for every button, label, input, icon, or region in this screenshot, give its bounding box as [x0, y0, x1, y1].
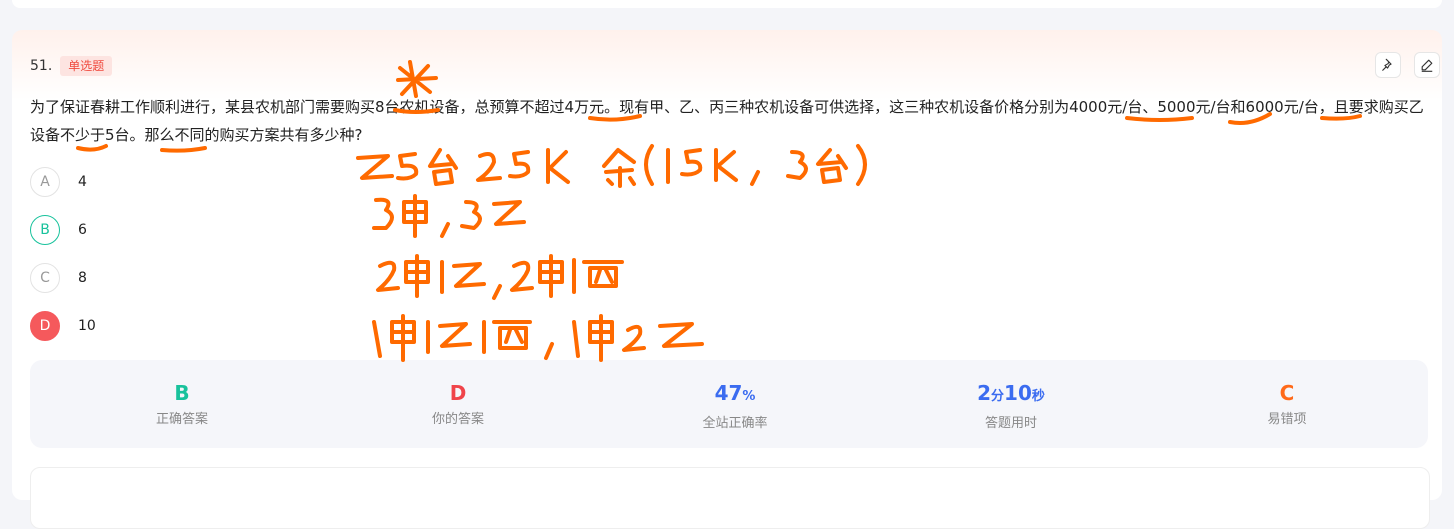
option-d[interactable]: D 10: [30, 311, 96, 341]
option-text: 6: [78, 222, 87, 238]
answer-stats-panel: B 正确答案 D 你的答案 47% 全站正确率 2分10秒 答题用时 C 易错项: [30, 360, 1428, 448]
time-seconds: 10: [1004, 381, 1032, 405]
correct-answer-value: B: [174, 381, 190, 405]
question-number: 51.: [30, 58, 53, 74]
question-header: 51. 单选题: [30, 55, 113, 77]
option-letter: B: [30, 215, 60, 245]
option-letter: C: [30, 263, 60, 293]
accuracy-label: 全站正确率: [702, 416, 768, 431]
question-card: 51. 单选题 为了保证春耕工作顺利进行，某县农机部门需要购买8台农机设备，总预…: [12, 30, 1442, 529]
stat-your-answer: D 你的答案: [358, 380, 558, 427]
option-letter: A: [30, 167, 60, 197]
option-c[interactable]: C 8: [30, 263, 87, 293]
your-answer-label: 你的答案: [431, 412, 484, 427]
accuracy-unit: %: [742, 389, 756, 404]
accuracy-value-line: 47%: [635, 380, 835, 410]
option-text: 8: [78, 270, 87, 286]
time-minutes: 2: [977, 381, 992, 405]
option-a[interactable]: A 4: [30, 167, 87, 197]
stat-accuracy: 47% 全站正确率: [635, 380, 835, 431]
question-stem: 为了保证春耕工作顺利进行，某县农机部门需要购买8台农机设备，总预算不超过4万元。…: [30, 98, 1424, 144]
accuracy-value: 47: [714, 381, 743, 405]
previous-card-bottom: [12, 0, 1442, 8]
option-letter: D: [30, 311, 60, 341]
time-value-line: 2分10秒: [911, 380, 1111, 410]
your-answer-value: D: [449, 381, 467, 405]
question-type-badge: 单选题: [60, 56, 113, 76]
pin-icon: [1382, 58, 1392, 71]
next-section-card: [30, 467, 1430, 529]
time-seconds-unit: 秒: [1031, 389, 1045, 404]
correct-answer-label: 正确答案: [155, 412, 208, 427]
option-b[interactable]: B 6: [30, 215, 87, 245]
stat-time: 2分10秒 答题用时: [911, 380, 1111, 431]
common-wrong-value: C: [1279, 381, 1295, 405]
pin-button[interactable]: [1375, 52, 1401, 78]
stat-common-wrong: C 易错项: [1187, 380, 1387, 427]
time-label: 答题用时: [984, 416, 1037, 431]
edit-icon: [1421, 59, 1433, 72]
common-wrong-label: 易错项: [1267, 412, 1307, 427]
stat-correct-answer: B 正确答案: [82, 380, 282, 427]
time-minutes-unit: 分: [991, 389, 1005, 404]
option-text: 10: [78, 318, 96, 334]
option-text: 4: [78, 174, 87, 190]
note-button[interactable]: [1414, 52, 1440, 78]
